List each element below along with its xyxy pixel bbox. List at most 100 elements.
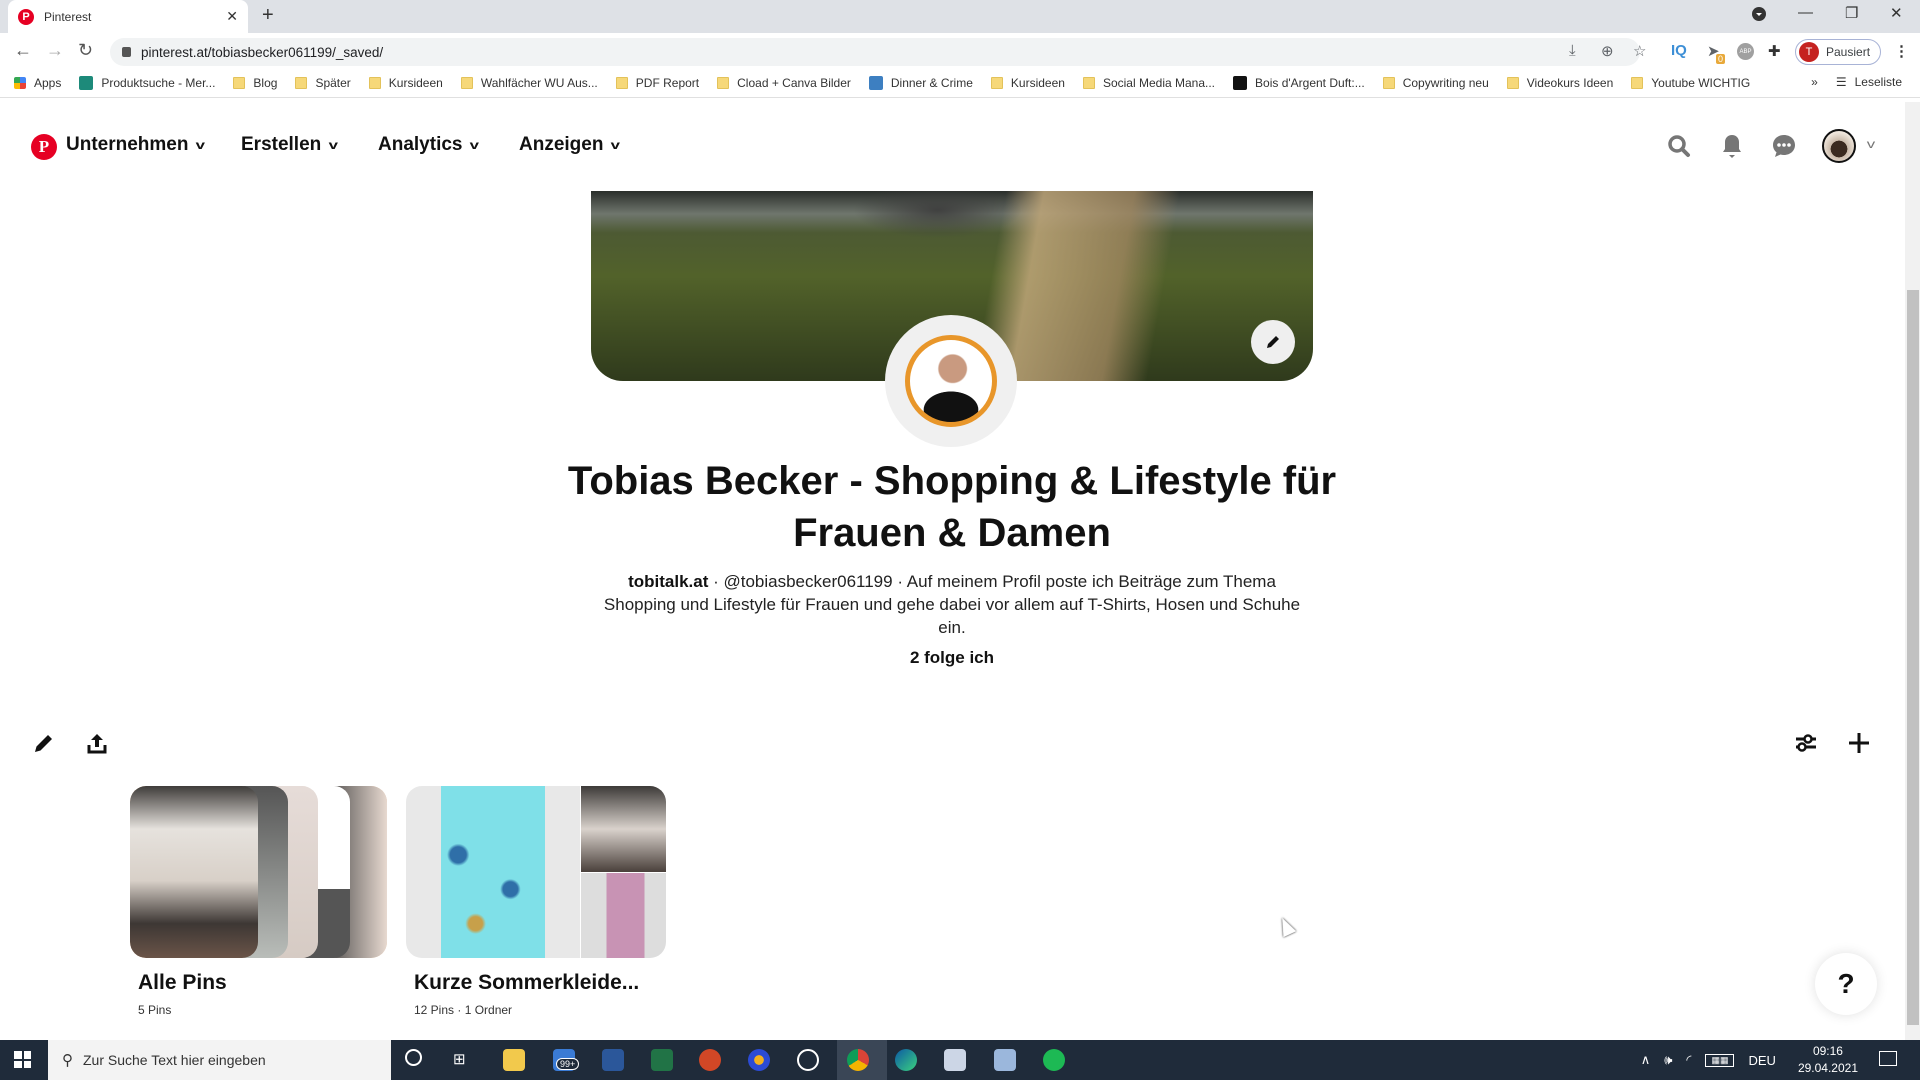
adblock-icon[interactable]: ABP xyxy=(1737,43,1754,60)
board-name: Kurze Sommerkleide... xyxy=(414,971,640,994)
nav-analytics[interactable]: Analytics v xyxy=(378,134,480,156)
bookmark-item[interactable]: Social Media Mana... xyxy=(1082,76,1215,90)
browser-profile-button[interactable]: T Pausiert xyxy=(1795,39,1881,65)
following-count-button[interactable]: 2 folge ich xyxy=(760,648,1144,668)
profile-avatar[interactable] xyxy=(885,315,1017,447)
clock-time: 09:16 xyxy=(1812,1044,1843,1058)
nav-unternehmen[interactable]: Unternehmen v xyxy=(66,134,205,156)
messages-icon[interactable] xyxy=(1770,132,1798,160)
restore-icon[interactable]: ❐ xyxy=(1845,4,1858,22)
bookmark-item[interactable]: Apps xyxy=(14,76,61,90)
app-icon[interactable] xyxy=(748,1049,770,1071)
clock[interactable]: 09:16 29.04.2021 xyxy=(1798,1043,1858,1077)
volume-icon[interactable]: 🕪 xyxy=(1664,1052,1672,1068)
bookmark-item[interactable]: Blog xyxy=(233,76,277,90)
board-kurze-sommerkleider[interactable]: Kurze Sommerkleide... 12 Pins · 1 Ordner xyxy=(406,786,666,1017)
profile-website-link[interactable]: tobitalk.at xyxy=(628,572,708,591)
bookmark-item[interactable]: Produktsuche - Mer... xyxy=(79,76,215,90)
user-avatar[interactable] xyxy=(1822,129,1856,163)
chevron-down-icon: v xyxy=(470,138,480,152)
notepad-icon[interactable] xyxy=(994,1049,1016,1071)
file-explorer-icon[interactable] xyxy=(503,1049,525,1071)
board-meta: 12 Pins · 1 Ordner xyxy=(414,1003,513,1017)
bookmark-label: Kursideen xyxy=(388,76,443,90)
spotify-icon[interactable] xyxy=(1043,1049,1065,1071)
iq-extension-icon[interactable]: IQ xyxy=(1671,42,1687,59)
bookmark-item[interactable]: Copywriting neu xyxy=(1382,76,1489,90)
clock-date: 29.04.2021 xyxy=(1797,1061,1858,1075)
back-icon[interactable]: ← xyxy=(14,40,32,61)
bookmark-star-icon[interactable]: ☆ xyxy=(1633,42,1646,60)
bookmark-label: Dinner & Crime xyxy=(890,76,973,90)
paint-icon[interactable] xyxy=(944,1049,966,1071)
obs-icon[interactable] xyxy=(797,1049,819,1071)
language-indicator[interactable]: DEU xyxy=(1748,1053,1775,1068)
bookmark-item[interactable]: Später xyxy=(295,76,351,90)
keyboard-icon[interactable]: ▦▦ xyxy=(1705,1053,1735,1067)
nav-anzeigen[interactable]: Anzeigen v xyxy=(519,134,621,156)
bookmark-label: Später xyxy=(315,76,351,90)
account-chevron-down-icon[interactable]: v xyxy=(1867,137,1875,151)
share-profile-button[interactable] xyxy=(82,728,112,758)
zoom-icon[interactable]: ⊕ xyxy=(1601,42,1614,60)
notifications-bell-icon[interactable] xyxy=(1718,132,1746,160)
bookmark-item[interactable]: Wahlfächer WU Aus... xyxy=(460,76,598,90)
separator: · xyxy=(892,572,907,591)
bookmark-item[interactable]: Kursideen xyxy=(990,76,1065,90)
address-bar[interactable]: pinterest.at/tobiasbecker061199/_saved/ xyxy=(110,38,1640,66)
close-window-icon[interactable]: ✕ xyxy=(1890,4,1903,22)
word-icon[interactable] xyxy=(602,1049,624,1071)
forward-icon[interactable]: → xyxy=(46,40,64,61)
edit-cover-button[interactable] xyxy=(1251,320,1295,364)
tab-title: Pinterest xyxy=(44,9,92,24)
windows-start-icon[interactable] xyxy=(14,1051,31,1068)
tray-overflow-icon[interactable]: ∧ xyxy=(1641,1052,1651,1068)
bookmarks-overflow-button[interactable]: » xyxy=(1811,75,1818,89)
folder-icon xyxy=(717,77,730,89)
new-tab-button[interactable]: + xyxy=(262,4,274,27)
bookmark-label: Kursideen xyxy=(1010,76,1065,90)
wifi-icon[interactable]: ◜ xyxy=(1686,1052,1691,1068)
minimize-icon[interactable]: — xyxy=(1798,4,1813,21)
shirt-icon xyxy=(79,76,94,90)
nav-erstellen[interactable]: Erstellen v xyxy=(241,134,338,156)
search-icon[interactable] xyxy=(1665,132,1693,160)
reading-list-icon: ☰ xyxy=(1835,75,1847,89)
bookmark-item[interactable]: Cload + Canva Bilder xyxy=(717,76,851,90)
install-app-icon[interactable]: ⤓ xyxy=(1569,42,1576,59)
browser-menu-icon[interactable]: ⋮ xyxy=(1894,42,1909,60)
bookmark-label: Apps xyxy=(34,76,62,90)
chrome-icon[interactable] xyxy=(847,1049,869,1071)
bookmark-label: Wahlfächer WU Aus... xyxy=(480,76,598,90)
bookmark-item[interactable]: PDF Report xyxy=(615,76,699,90)
reload-icon[interactable]: ↻ xyxy=(78,40,93,61)
close-tab-icon[interactable]: ✕ xyxy=(226,8,238,25)
notification-center-icon[interactable] xyxy=(1879,1051,1897,1066)
edit-profile-button[interactable] xyxy=(29,728,59,758)
edge-icon[interactable] xyxy=(895,1049,917,1071)
folder-icon xyxy=(1082,77,1095,89)
pinterest-logo-icon[interactable]: P xyxy=(31,134,57,160)
task-view-icon[interactable]: ⊞ xyxy=(453,1050,466,1068)
bookmark-item[interactable]: Youtube WICHTIG xyxy=(1631,76,1750,90)
create-button[interactable] xyxy=(1844,728,1874,758)
taskbar-search[interactable]: ⚲ Zur Suche Text hier eingeben xyxy=(48,1040,391,1080)
excel-icon[interactable] xyxy=(651,1049,673,1071)
pin-thumbnail xyxy=(130,786,258,958)
chevron-down-icon: v xyxy=(611,138,621,152)
bookmark-item[interactable]: Kursideen xyxy=(368,76,443,90)
cortana-icon[interactable] xyxy=(405,1049,422,1066)
board-alle-pins[interactable]: Alle Pins 5 Pins xyxy=(130,786,387,1017)
powerpoint-icon[interactable] xyxy=(699,1049,721,1071)
folder-icon xyxy=(615,77,628,89)
tab-search-icon[interactable] xyxy=(1751,6,1767,26)
filter-options-button[interactable] xyxy=(1791,728,1821,758)
help-button[interactable]: ? xyxy=(1815,953,1877,1015)
bookmark-item[interactable]: Dinner & Crime xyxy=(868,76,973,90)
browser-tab[interactable]: P Pinterest ✕ xyxy=(8,0,248,33)
bookmark-item[interactable]: Bois d'Argent Duft:... xyxy=(1233,76,1365,90)
bookmark-item[interactable]: Videokurs Ideen xyxy=(1506,76,1613,90)
scrollbar-thumb[interactable] xyxy=(1907,290,1919,1025)
reading-list-button[interactable]: Leseliste xyxy=(1855,75,1902,89)
extensions-puzzle-icon[interactable]: ✚ xyxy=(1768,42,1781,60)
